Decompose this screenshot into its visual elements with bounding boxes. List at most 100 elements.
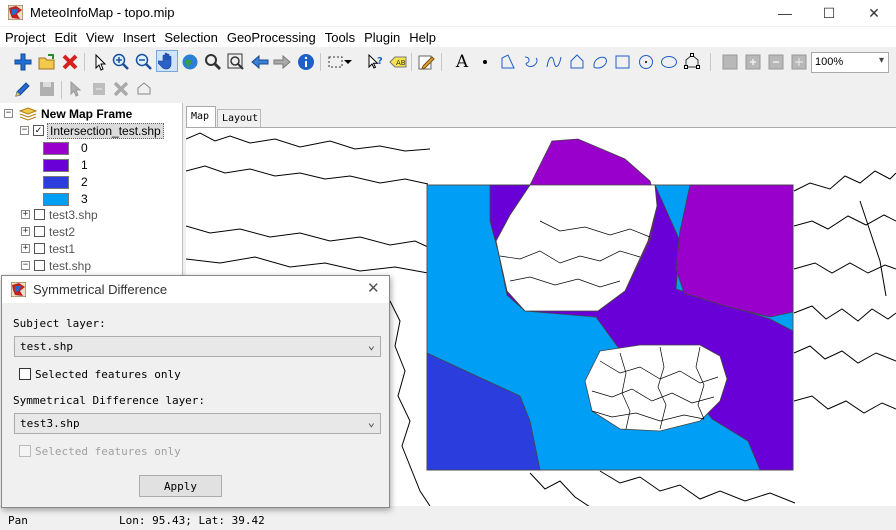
- polygon-tool-icon[interactable]: [566, 51, 588, 73]
- collapse-toggle[interactable]: −: [20, 126, 29, 135]
- coastline: [529, 472, 590, 506]
- tab-map[interactable]: Map: [186, 106, 216, 127]
- menu-geoprocessing[interactable]: GeoProcessing: [222, 30, 320, 45]
- layer-visibility-checkbox[interactable]: [34, 243, 45, 254]
- layer-node-test3[interactable]: + test3.shp: [21, 206, 98, 223]
- forward-arrow-icon[interactable]: [271, 51, 293, 73]
- zoom-to-layer-icon[interactable]: [225, 51, 247, 73]
- pencil-icon[interactable]: [12, 78, 34, 100]
- page-zoom-out-icon[interactable]: [765, 51, 787, 73]
- pan-hand-icon[interactable]: [156, 50, 178, 72]
- layer-label: test1: [49, 241, 76, 256]
- full-extent-globe-icon[interactable]: [179, 51, 201, 73]
- polyline-tool-icon[interactable]: [497, 51, 519, 73]
- coastline: [599, 470, 796, 504]
- menu-tools[interactable]: Tools: [320, 30, 359, 45]
- text-tool-icon[interactable]: A: [451, 51, 473, 73]
- layer-node-test[interactable]: − test.shp: [21, 257, 91, 274]
- layer-visibility-checkbox[interactable]: [34, 260, 45, 271]
- zoom-in-icon[interactable]: [110, 51, 132, 73]
- back-arrow-icon[interactable]: [249, 51, 271, 73]
- coastline: [793, 305, 896, 322]
- dialog-title: Symmetrical Difference: [33, 282, 168, 297]
- legend-class-label-2: 2: [81, 175, 88, 189]
- select-feature-icon[interactable]: [65, 78, 87, 100]
- curve-tool-icon[interactable]: [543, 51, 565, 73]
- layer-visibility-checkbox[interactable]: ✓: [33, 125, 44, 136]
- active-layer-label: Intersection_test.shp: [47, 122, 164, 139]
- menu-edit[interactable]: Edit: [49, 30, 80, 45]
- menu-bar: Project Edit View Insert Selection GeoPr…: [0, 27, 896, 47]
- subject-layer-label: Subject layer:: [13, 317, 106, 330]
- expand-toggle[interactable]: +: [21, 227, 30, 236]
- menu-selection[interactable]: Selection: [159, 30, 221, 45]
- ellipse-tool-icon[interactable]: [658, 51, 680, 73]
- close-icon[interactable]: ✕: [367, 279, 380, 297]
- save-edits-icon[interactable]: [36, 78, 58, 100]
- active-layer-node[interactable]: − ✓ Intersection_test.shp: [4, 122, 176, 139]
- chevron-down-icon[interactable]: [342, 51, 354, 73]
- chevron-down-icon: ⌄: [367, 338, 375, 352]
- menu-view[interactable]: View: [81, 30, 118, 45]
- selected-only-checkbox-1[interactable]: [19, 368, 31, 380]
- coastline: [793, 214, 896, 230]
- subject-layer-select[interactable]: test.shp ⌄: [14, 336, 381, 357]
- diff-layer-select[interactable]: test3.shp ⌄: [14, 413, 381, 434]
- page-pan-icon[interactable]: [788, 51, 810, 73]
- minimize-button[interactable]: —: [763, 0, 807, 26]
- collapse-toggle[interactable]: −: [21, 261, 30, 270]
- window-title: MeteoInfoMap - topo.mip: [30, 5, 175, 20]
- app-icon: [8, 5, 23, 20]
- edit-shape-icon[interactable]: [133, 78, 155, 100]
- svg-text:AB: AB: [396, 59, 406, 67]
- svg-text:?: ?: [377, 56, 383, 67]
- point-tool-icon[interactable]: [474, 51, 496, 73]
- status-coordinates: Lon: 95.43; Lat: 39.42: [119, 514, 265, 527]
- freehand-tool-icon[interactable]: [520, 51, 542, 73]
- add-layer-icon[interactable]: [12, 51, 34, 73]
- menu-plugin[interactable]: Plugin: [359, 30, 404, 45]
- layer-visibility-checkbox[interactable]: [34, 226, 45, 237]
- expand-toggle[interactable]: +: [21, 244, 30, 253]
- edit-properties-icon[interactable]: [415, 51, 437, 73]
- zoom-out-icon[interactable]: [133, 51, 155, 73]
- layer-label: test3.shp: [49, 207, 98, 222]
- layer-label: test.shp: [49, 258, 92, 273]
- open-folder-icon[interactable]: [36, 51, 58, 73]
- delete-feature-icon[interactable]: [110, 78, 132, 100]
- app-icon: [11, 282, 26, 297]
- map-frame-node[interactable]: − New Map Frame: [4, 105, 132, 122]
- collapse-toggle[interactable]: −: [4, 109, 13, 118]
- map-frame-label: New Map Frame: [41, 106, 133, 121]
- rectangle-tool-icon[interactable]: [612, 51, 634, 73]
- edit-vertices-icon[interactable]: [681, 51, 703, 73]
- help-cursor-icon[interactable]: ?: [364, 51, 386, 73]
- select-arrow-icon[interactable]: [89, 51, 111, 73]
- layer-visibility-checkbox[interactable]: [34, 209, 45, 220]
- legend-class-label-1: 1: [81, 158, 88, 172]
- page-zoom-in-icon[interactable]: [742, 51, 764, 73]
- freehand-polygon-icon[interactable]: [589, 51, 611, 73]
- layer-node-test1[interactable]: + test1: [21, 240, 75, 257]
- apply-button[interactable]: Apply: [139, 475, 222, 497]
- maximize-button[interactable]: ☐: [807, 0, 851, 26]
- menu-insert[interactable]: Insert: [118, 30, 160, 45]
- page-icon[interactable]: [719, 51, 741, 73]
- coastline: [186, 225, 429, 248]
- layers-stack-icon: [19, 106, 37, 121]
- menu-project[interactable]: Project: [0, 30, 49, 45]
- label-tool-icon[interactable]: AB: [387, 51, 409, 73]
- circle-tool-icon[interactable]: [635, 51, 657, 73]
- magnifier-icon[interactable]: [202, 51, 224, 73]
- layer-node-test2[interactable]: + test2: [21, 223, 75, 240]
- menu-help[interactable]: Help: [404, 30, 440, 45]
- close-window-button[interactable]: ✕: [852, 0, 896, 26]
- identify-info-icon[interactable]: [295, 51, 317, 73]
- expand-toggle[interactable]: +: [21, 210, 30, 219]
- tab-layout[interactable]: Layout: [217, 109, 261, 127]
- selected-only-label-2: Selected features only: [35, 445, 181, 458]
- chevron-down-icon: ▾: [878, 55, 884, 66]
- remove-layer-icon[interactable]: [59, 51, 81, 73]
- move-feature-icon[interactable]: [88, 78, 110, 100]
- zoom-level-select[interactable]: 100% ▾: [811, 52, 889, 73]
